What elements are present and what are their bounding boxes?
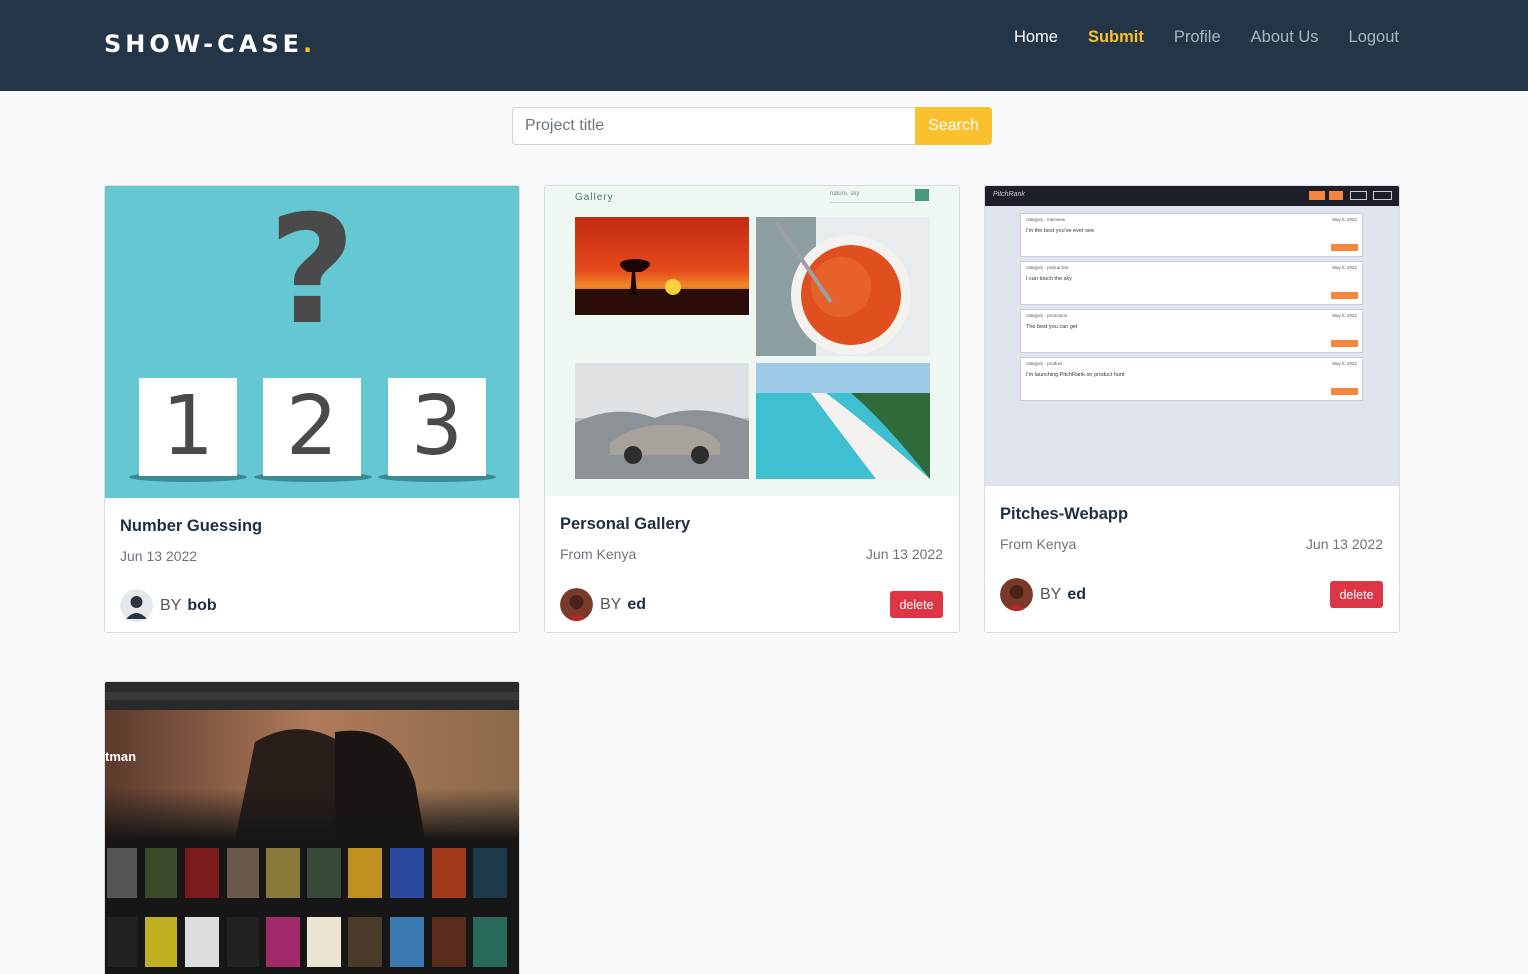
car-image: [575, 363, 749, 479]
comments-button: [1331, 244, 1358, 251]
nav-about-us[interactable]: About Us: [1221, 26, 1319, 48]
nav-profile[interactable]: Profile: [1144, 26, 1221, 48]
author-name[interactable]: ed: [1067, 586, 1086, 604]
delete-button[interactable]: delete: [1330, 581, 1383, 608]
project-meta: From Kenya Jun 13 2022: [1000, 536, 1383, 552]
app-navbar: PitchRank: [985, 186, 1399, 206]
avatar[interactable]: [120, 589, 153, 622]
by-label: BY: [600, 595, 622, 613]
project-card: tman: [104, 681, 520, 974]
nav-submit[interactable]: Submit: [1058, 26, 1144, 48]
brand-dot: .: [303, 30, 317, 58]
project-meta: Jun 13 2022: [120, 548, 503, 564]
pitch-post: category - pickup line May 8, 2022 I can…: [1020, 261, 1363, 305]
delete-button[interactable]: delete: [890, 591, 943, 618]
post-date: May 8, 2022: [1332, 313, 1357, 318]
movie-app-screenshot: [105, 682, 519, 967]
project-author: BY ed: [1000, 578, 1086, 611]
app-nav-button: [1373, 191, 1392, 200]
gallery-heading: Gallery: [575, 192, 614, 203]
navbar: SHOW-CASE. Home Submit Profile About Us …: [0, 0, 1528, 91]
project-thumbnail[interactable]: ? 1 2 3: [105, 186, 519, 498]
project-date: Jun 13 2022: [1305, 536, 1383, 552]
post-category: category - interview: [1026, 217, 1066, 222]
nav-home[interactable]: Home: [984, 26, 1058, 48]
project-title[interactable]: Personal Gallery: [560, 515, 690, 534]
project-title[interactable]: Pitches-Webapp: [1000, 505, 1128, 524]
post-date: May 8, 2022: [1332, 217, 1357, 222]
project-card: Gallery nature, sky Personal Gallery Fro…: [544, 185, 960, 633]
author-name[interactable]: bob: [187, 597, 216, 615]
beach-image: [756, 363, 930, 479]
avatar[interactable]: [1000, 578, 1033, 611]
question-mark-graphic: ?: [268, 186, 356, 358]
comments-button: [1331, 340, 1358, 347]
hero-title: tman: [105, 749, 137, 764]
number-tile: 3: [388, 378, 486, 476]
project-meta: From Kenya Jun 13 2022: [560, 546, 943, 562]
project-date: Jun 13 2022: [120, 548, 198, 564]
app-nav-button: [1309, 191, 1325, 200]
gallery-search-icon: [915, 189, 929, 201]
post-date: May 8, 2022: [1332, 361, 1357, 366]
pitch-post: category - interview May 8, 2022 I'm the…: [1020, 213, 1363, 257]
by-label: BY: [160, 596, 182, 614]
project-card: PitchRank category - interview May 8, 20…: [984, 185, 1400, 633]
app-nav-button: [1350, 191, 1367, 200]
project-title[interactable]: Number Guessing: [120, 517, 262, 536]
post-category: category - product: [1026, 361, 1063, 366]
project-thumbnail[interactable]: Gallery nature, sky: [545, 186, 959, 496]
app-name: PitchRank: [993, 191, 1025, 198]
search-form: Search: [512, 107, 992, 145]
project-location: From Kenya: [560, 546, 637, 562]
search-button[interactable]: Search: [915, 107, 992, 145]
project-thumbnail[interactable]: tman: [105, 682, 519, 974]
project-author: BY bob: [120, 589, 217, 622]
nav-logout[interactable]: Logout: [1319, 26, 1399, 48]
search-input[interactable]: [512, 107, 915, 145]
post-date: May 8, 2022: [1332, 265, 1357, 270]
author-name[interactable]: ed: [627, 596, 646, 614]
post-category: category - pickup line: [1026, 265, 1069, 270]
number-tile: 1: [139, 378, 237, 476]
post-text: I can touch the sky: [1026, 276, 1072, 282]
brand-logo[interactable]: SHOW-CASE.: [104, 30, 316, 58]
project-location: From Kenya: [1000, 536, 1077, 552]
main-nav: Home Submit Profile About Us Logout: [984, 26, 1399, 48]
comments-button: [1331, 292, 1358, 299]
post-category: category - promotion: [1026, 313, 1068, 318]
comments-button: [1331, 388, 1358, 395]
food-bowl-image: [756, 217, 930, 356]
project-card: ? 1 2 3 Number Guessing Jun 13 2022 BY b…: [104, 185, 520, 633]
number-tile: 2: [263, 378, 361, 476]
avatar[interactable]: [560, 588, 593, 621]
app-nav-button: [1329, 191, 1343, 200]
brand-name: SHOW-CASE: [104, 30, 303, 58]
project-date: Jun 13 2022: [865, 546, 943, 562]
pitch-post: category - promotion May 8, 2022 The bes…: [1020, 309, 1363, 353]
post-text: The best you can get: [1026, 324, 1078, 330]
post-text: I'm launching PitchRank on product hunt: [1026, 372, 1125, 378]
by-label: BY: [1040, 585, 1062, 603]
project-thumbnail[interactable]: PitchRank category - interview May 8, 20…: [985, 186, 1399, 486]
pitch-post: category - product May 8, 2022 I'm launc…: [1020, 357, 1363, 401]
project-author: BY ed: [560, 588, 646, 621]
gallery-search-input: nature, sky: [830, 191, 915, 203]
post-text: I'm the best you've ever see: [1026, 228, 1095, 234]
sunset-image: [575, 217, 749, 315]
